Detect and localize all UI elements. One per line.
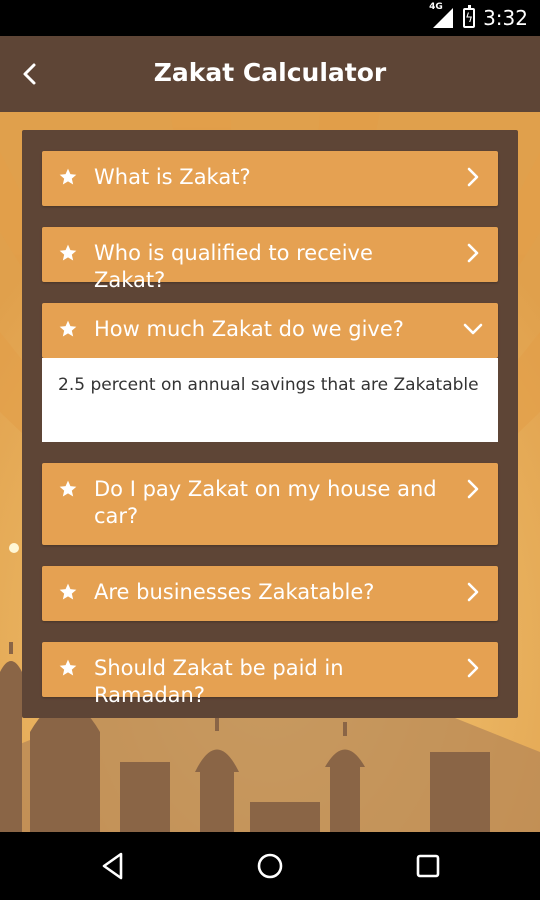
- star-icon: [59, 659, 77, 676]
- faq-answer: 2.5 percent on annual savings that are Z…: [42, 358, 498, 442]
- navigation-bar: [0, 832, 540, 900]
- triangle-back-icon[interactable]: [97, 850, 129, 882]
- faq-item-house-and-car[interactable]: Do I pay Zakat on my house and car?: [42, 463, 498, 545]
- faq-panel: What is Zakat? Who is qualified to recei…: [22, 130, 518, 718]
- faq-item-businesses[interactable]: Are businesses Zakatable?: [42, 566, 498, 621]
- circle-home-icon[interactable]: [254, 850, 286, 882]
- status-bar: 4G ϟ 3:32: [0, 0, 540, 36]
- faq-item-what-is-zakat[interactable]: What is Zakat?: [42, 151, 498, 206]
- faq-question: Should Zakat be paid in Ramadan?: [94, 656, 344, 707]
- faq-item-how-much-zakat[interactable]: How much Zakat do we give?: [42, 303, 498, 358]
- chevron-right-icon: [467, 658, 479, 678]
- faq-item-who-is-qualified[interactable]: Who is qualified to receive Zakat?: [42, 227, 498, 292]
- signal-icon: 4G: [429, 2, 455, 30]
- chevron-right-icon: [467, 582, 479, 602]
- chevron-down-icon: [463, 323, 483, 335]
- faq-item-ramadan[interactable]: Should Zakat be paid in Ramadan?: [42, 642, 498, 707]
- chevron-right-icon: [467, 479, 479, 499]
- content-area: What is Zakat? Who is qualified to recei…: [0, 112, 540, 832]
- clock: 3:32: [483, 6, 528, 30]
- faq-question: Are businesses Zakatable?: [94, 580, 375, 604]
- star-icon: [59, 244, 77, 261]
- square-recents-icon[interactable]: [412, 850, 444, 882]
- faq-question: What is Zakat?: [94, 165, 251, 189]
- page-title: Zakat Calculator: [153, 58, 387, 87]
- star-icon: [59, 583, 77, 600]
- faq-question: Do I pay Zakat on my house and car?: [94, 477, 437, 528]
- chevron-right-icon: [467, 167, 479, 187]
- star-icon: [59, 320, 77, 337]
- app-bar: Zakat Calculator: [0, 36, 540, 112]
- star-icon: [59, 480, 77, 497]
- star-icon: [59, 168, 77, 185]
- chevron-right-icon: [467, 243, 479, 263]
- faq-question: How much Zakat do we give?: [94, 317, 404, 341]
- network-type: 4G: [429, 2, 443, 12]
- battery-icon: ϟ: [463, 5, 476, 28]
- faq-question: Who is qualified to receive Zakat?: [94, 241, 373, 292]
